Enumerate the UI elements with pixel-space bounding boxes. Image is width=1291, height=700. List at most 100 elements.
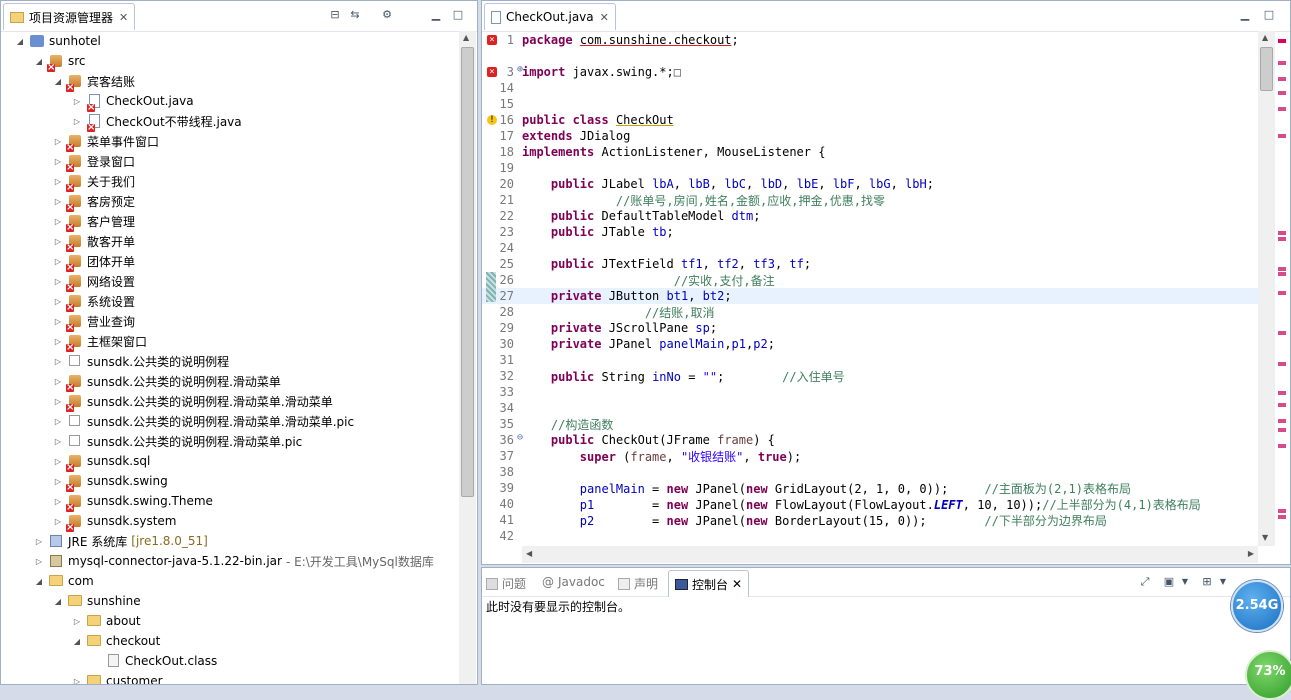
collapsed-arrow-icon[interactable]: ▷ [53,357,63,366]
tree-item[interactable]: ▷ sunsdk.sql [1,451,150,472]
collapsed-arrow-icon[interactable]: ▷ [72,97,82,106]
collapsed-arrow-icon[interactable]: ▷ [53,317,63,326]
collapsed-arrow-icon[interactable]: ▷ [72,117,82,126]
minimize-icon[interactable]: ▁ [429,8,443,22]
overview-marker[interactable] [1278,362,1286,366]
tree-item[interactable]: ▷ 菜单事件窗口 [1,131,159,152]
tree-item[interactable]: ▷ JRE 系统库 [jre1.8.0_51] [1,531,208,551]
overview-marker[interactable] [1278,77,1286,81]
tree-item[interactable]: ▷ 散客开单 [1,231,135,252]
tab-checkout-java[interactable]: CheckOut.java ✕ [484,3,616,30]
tab-problems[interactable]: 问题 [486,575,526,592]
overview-marker[interactable] [1278,509,1286,513]
overview-marker[interactable] [1278,231,1286,235]
explorer-scroll-thumb[interactable] [461,47,474,497]
code-line[interactable]: 16 public class CheckOut! [482,112,1258,128]
tree-item[interactable]: ▷ sunsdk.system [1,511,176,532]
collapsed-arrow-icon[interactable]: ▷ [53,157,63,166]
collapsed-arrow-icon[interactable]: ▷ [53,197,63,206]
maximize-icon[interactable]: □ [451,8,465,22]
tree-item[interactable]: CheckOut.class [1,651,217,671]
collapsed-arrow-icon[interactable]: ▷ [53,217,63,226]
minimize-icon[interactable]: ▁ [1238,8,1252,22]
tree-item[interactable]: ▷ sunsdk.公共类的说明例程.滑动菜单.滑动菜单 [1,391,333,412]
explorer-scrollbar[interactable]: ▲ [459,31,476,684]
maximize-icon[interactable]: □ [1262,8,1276,22]
tab-project-explorer[interactable]: 项目资源管理器 ✕ [3,3,136,30]
tab-declaration[interactable]: 声明 [618,575,658,592]
code-line[interactable]: 35 //构造函数 [482,416,1258,432]
code-line[interactable]: 31 [482,352,1258,368]
overview-marker[interactable] [1278,428,1286,432]
collapsed-arrow-icon[interactable]: ▷ [53,397,63,406]
tree-item[interactable]: ▷ 营业查询 [1,311,135,332]
editor-scroll-thumb[interactable] [1260,47,1273,91]
tab-console[interactable]: 控制台 ✕ [668,570,750,597]
collapsed-arrow-icon[interactable]: ▷ [53,497,63,506]
scroll-down-icon[interactable]: ▼ [1262,533,1268,542]
code-line[interactable]: 25 public JTextField tf1, tf2, tf3, tf; [482,256,1258,272]
expanded-arrow-icon[interactable]: ◢ [72,637,82,646]
collapsed-arrow-icon[interactable]: ▷ [53,177,63,186]
expanded-arrow-icon[interactable]: ◢ [34,57,44,66]
code-line[interactable]: 23 public JTable tb; [482,224,1258,240]
collapsed-arrow-icon[interactable]: ▷ [53,337,63,346]
view-menu-icon[interactable]: ⚙ [380,8,394,22]
code-line[interactable]: 1 package com.sunshine.checkout; × [482,32,1258,48]
tree-item[interactable]: ▷ about [1,611,141,631]
tree-item[interactable]: ▷ 客房预定 [1,191,135,212]
overview-marker[interactable] [1278,419,1286,423]
expanded-arrow-icon[interactable]: ◢ [34,577,44,586]
overview-marker[interactable] [1278,291,1286,295]
tree-item[interactable]: ▷ sunsdk.公共类的说明例程.滑动菜单 [1,371,281,392]
overview-marker[interactable] [1278,331,1286,335]
project-tree[interactable]: ◢ sunhotel ◢ src ◢ 宾客结账 ▷ CheckOut.java ▷ CheckOu… [1,31,459,685]
tree-item[interactable]: ◢ 宾客结账 [1,71,135,92]
code-line[interactable]: 22 public DefaultTableModel dtm; [482,208,1258,224]
chevron-down-icon[interactable]: ▼ [1216,575,1230,589]
code-line[interactable]: 42 [482,528,1258,544]
editor-vscrollbar[interactable]: ▲ ▼ [1258,31,1275,546]
collapsed-arrow-icon[interactable]: ▷ [72,677,82,685]
tree-item[interactable]: ◢ src [1,51,86,72]
code-area[interactable]: 1 package com.sunshine.checkout; × 3 import … [482,31,1290,546]
code-line[interactable]: 17 extends JDialog [482,128,1258,144]
percent-badge[interactable]: 73% [1245,650,1291,700]
code-line[interactable]: 28 //结账,取消 [482,304,1258,320]
collapsed-arrow-icon[interactable]: ▷ [53,237,63,246]
editor-hscrollbar[interactable]: ◀ ▶ [522,546,1258,563]
code-line[interactable]: 20 public JLabel lbA, lbB, lbC, lbD, lbE… [482,176,1258,192]
code-line[interactable]: 21 //账单号,房间,姓名,金额,应收,押金,优惠,找零 [482,192,1258,208]
collapsed-arrow-icon[interactable]: ▷ [53,257,63,266]
code-line[interactable]: 3 import javax.swing.*;□ × ⊕ [482,64,1258,80]
tree-item[interactable]: ▷ CheckOut.java [1,91,194,112]
collapse-all-icon[interactable]: ⊟ [328,8,342,22]
collapsed-arrow-icon[interactable]: ▷ [53,137,63,146]
tree-item[interactable]: ▷ sunsdk.swing.Theme [1,491,213,512]
overview-marker[interactable] [1278,272,1286,276]
code-line[interactable]: 40 p1 = new JPanel(new FlowLayout(FlowLa… [482,496,1258,512]
tree-item[interactable]: ▷ 团体开单 [1,251,135,272]
code-line[interactable]: 18 implements ActionListener, MouseListen… [482,144,1258,160]
collapsed-arrow-icon[interactable]: ▷ [53,457,63,466]
error-marker-icon[interactable]: × [487,67,497,77]
overview-marker[interactable] [1278,237,1286,241]
overview-marker[interactable] [1278,515,1286,519]
code-line[interactable]: 37 super (frame, "收银结账", true); [482,448,1258,464]
collapsed-arrow-icon[interactable]: ▷ [34,557,44,566]
code-line[interactable]: 14 [482,80,1258,96]
chevron-down-icon[interactable]: ▼ [1178,575,1192,589]
collapsed-arrow-icon[interactable]: ▷ [34,537,44,546]
tree-item[interactable]: ▷ sunsdk.公共类的说明例程.滑动菜单.pic [1,431,302,451]
code-line[interactable]: 27 private JButton bt1, bt2; [482,288,1258,304]
collapsed-arrow-icon[interactable]: ▷ [53,297,63,306]
code-line[interactable]: 36 public CheckOut(JFrame frame) {⊖ [482,432,1258,448]
code-line[interactable]: 24 [482,240,1258,256]
collapsed-arrow-icon[interactable]: ▷ [53,477,63,486]
fold-expand-icon[interactable]: ⊕ [517,64,523,75]
code-line[interactable]: 41 p2 = new JPanel(new BorderLayout(15, … [482,512,1258,528]
tab-javadoc[interactable]: @ Javadoc [542,575,605,589]
overview-marker[interactable] [1278,403,1286,407]
overview-ruler[interactable] [1275,31,1290,546]
tree-item[interactable]: ▷ 客户管理 [1,211,135,232]
